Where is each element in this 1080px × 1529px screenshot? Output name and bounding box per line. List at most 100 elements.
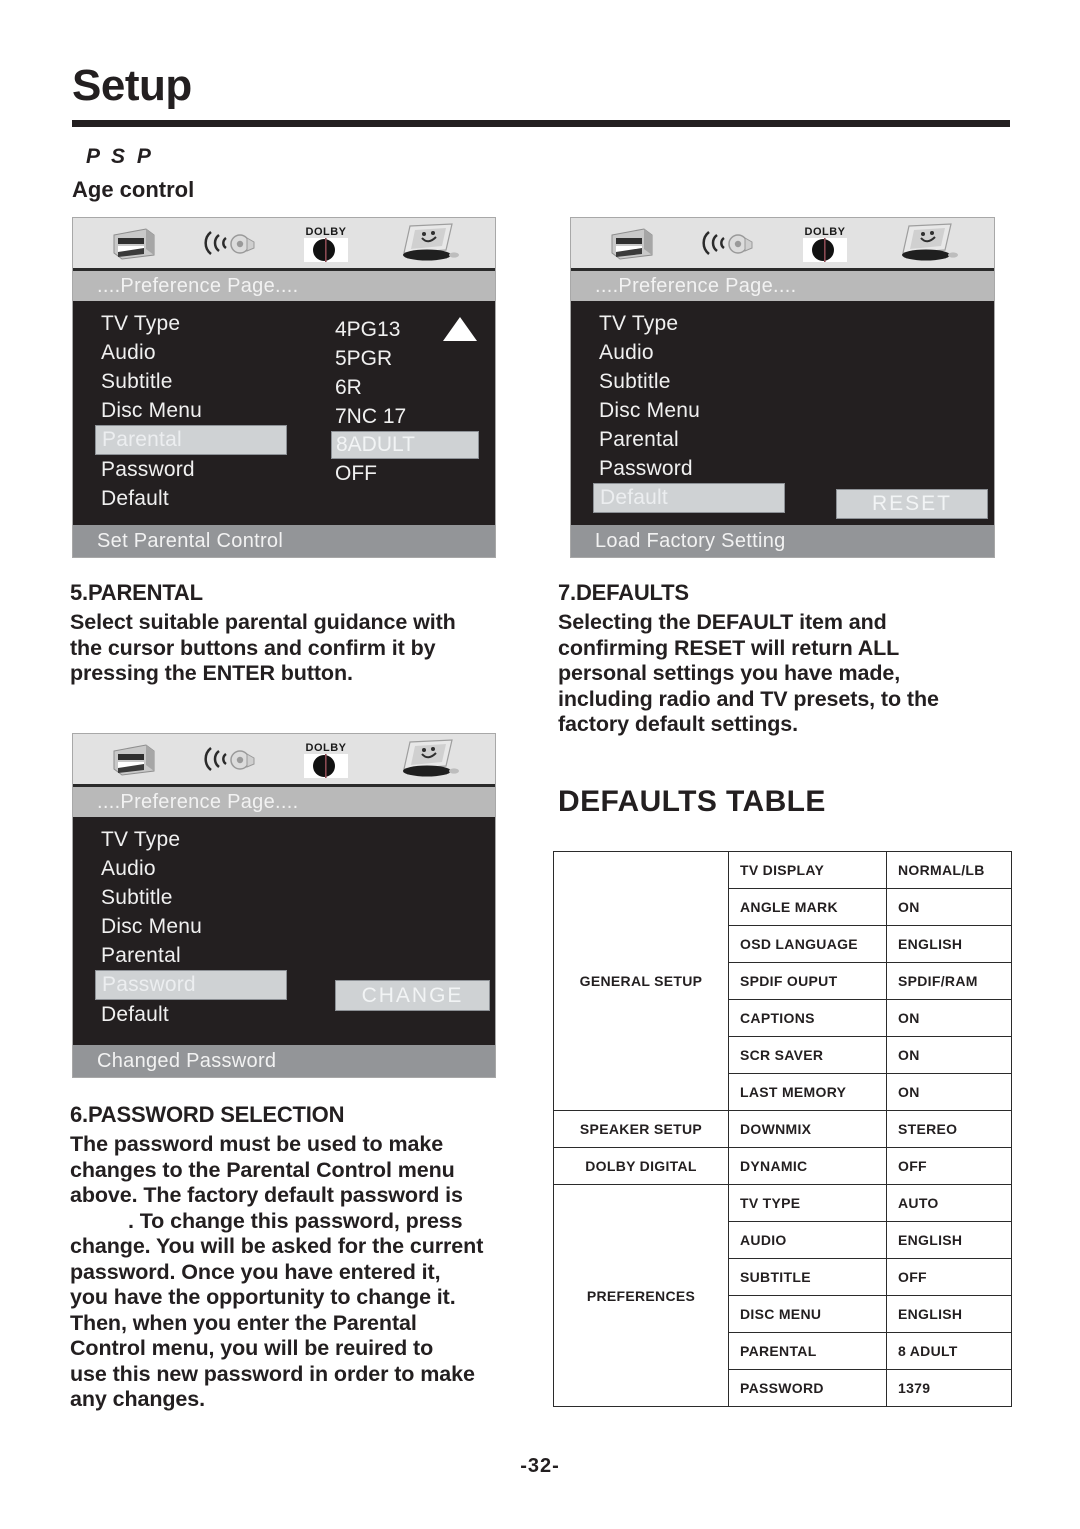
change-button[interactable]: CHANGE xyxy=(335,980,490,1011)
osd-value-7nc17[interactable]: 7NC 17 xyxy=(331,402,491,431)
osd-menu-item-default[interactable]: Default xyxy=(95,484,305,513)
dolby-digital-icon: DOLBY xyxy=(798,222,852,264)
osd-footer-hint: Changed Password xyxy=(73,1045,495,1077)
table-row: GENERAL SETUP TV DISPLAY NORMAL/LB xyxy=(553,851,1012,1111)
osd-menu-item-audio[interactable]: Audio xyxy=(95,854,305,883)
password-line-5: change. You will be asked for the curren… xyxy=(70,1234,484,1258)
osd-menu-item-subtitle[interactable]: Subtitle xyxy=(95,883,305,912)
parental-line-3: pressing the ENTER button. xyxy=(70,661,353,685)
table-value: OFF xyxy=(886,1258,1012,1296)
osd-value-5pgr[interactable]: 5PGR xyxy=(331,344,491,373)
svg-text:DOLBY: DOLBY xyxy=(306,226,347,238)
section-body-parental: Select suitable parental guidance with t… xyxy=(70,610,540,687)
up-triangle-icon[interactable] xyxy=(443,317,477,341)
osd-menu-item-tv-type[interactable]: TV Type xyxy=(95,309,305,338)
defaults-table: GENERAL SETUP TV DISPLAY NORMAL/LB ANGLE… xyxy=(553,851,1012,1407)
osd-page-title: ....Preference Page.... xyxy=(571,271,994,301)
table-setting: PASSWORD xyxy=(728,1369,887,1407)
table-row: PREFERENCES TV TYPE AUTO xyxy=(553,1184,1012,1407)
password-line-3: above. The factory default password is xyxy=(70,1183,463,1207)
osd-value-8adult-selected[interactable]: 8ADULT xyxy=(331,431,479,459)
table-setting: DYNAMIC xyxy=(728,1147,887,1185)
table-setting: DISC MENU xyxy=(728,1295,887,1333)
table-setting: AUDIO xyxy=(728,1221,887,1259)
table-value: SPDIF/RAM xyxy=(886,962,1012,1000)
table-value: ON xyxy=(886,999,1012,1037)
parental-line-2: the cursor buttons and confirm it by xyxy=(70,635,436,660)
osd-menu-item-subtitle[interactable]: Subtitle xyxy=(95,367,305,396)
osd-menu-item-subtitle[interactable]: Subtitle xyxy=(593,367,803,396)
osd-menu-item-disc-menu[interactable]: Disc Menu xyxy=(95,396,305,425)
osd-icon-bar: DOLBY xyxy=(571,218,994,271)
password-line-4-text: . To change this password, press xyxy=(128,1208,463,1233)
table-value: 8 ADULT xyxy=(886,1332,1012,1370)
osd-menu-item-disc-menu[interactable]: Disc Menu xyxy=(593,396,803,425)
osd-menu-item-password[interactable]: Password xyxy=(593,454,803,483)
tv-preference-icon xyxy=(895,223,959,263)
reset-button[interactable]: RESET xyxy=(836,489,988,519)
svg-text:DOLBY: DOLBY xyxy=(804,226,845,238)
defaults-line-3: personal settings you have made, xyxy=(558,661,901,685)
table-value: ENGLISH xyxy=(886,1295,1012,1333)
password-line-9: Control menu, you will be reuired to xyxy=(70,1336,434,1360)
section-body-defaults: Selecting the DEFAULT item and confirmin… xyxy=(558,610,1018,738)
osd-menu-item-parental[interactable]: Parental xyxy=(593,425,803,454)
defaults-table-title: DEFAULTS TABLE xyxy=(558,785,826,818)
sound-wave-speaker-icon xyxy=(699,226,755,260)
table-setting: ANGLE MARK xyxy=(728,888,887,926)
table-group-general-setup: GENERAL SETUP xyxy=(553,851,729,1111)
page-number: -32- xyxy=(520,1455,560,1477)
osd-menu-item-audio[interactable]: Audio xyxy=(593,338,803,367)
svg-text:DOLBY: DOLBY xyxy=(306,742,347,754)
tv-preference-icon xyxy=(396,223,460,263)
osd-panel-parental: DOLBY ....Preference Page.... TV Type Au xyxy=(72,217,496,558)
tv-preference-icon xyxy=(396,739,460,779)
osd-menu-item-disc-menu[interactable]: Disc Menu xyxy=(95,912,305,941)
osd-menu-item-tv-type[interactable]: TV Type xyxy=(95,825,305,854)
osd-menu-item-tv-type[interactable]: TV Type xyxy=(593,309,803,338)
age-control-subtitle: Age control xyxy=(72,177,195,202)
osd-menu-item-audio[interactable]: Audio xyxy=(95,338,305,367)
osd-menu-list: TV Type Audio Subtitle Disc Menu Parenta… xyxy=(95,309,305,513)
osd-footer-hint: Set Parental Control xyxy=(73,525,495,557)
parental-line-1: Select suitable parental guidance with xyxy=(70,610,456,634)
osd-menu-item-password-selected[interactable]: Password xyxy=(95,970,287,1000)
dolby-digital-icon: DOLBY xyxy=(299,738,353,780)
table-setting: SUBTITLE xyxy=(728,1258,887,1296)
osd-icon-bar: DOLBY xyxy=(73,734,495,787)
table-setting: OSD LANGUAGE xyxy=(728,925,887,963)
sound-wave-speaker-icon xyxy=(201,226,257,260)
defaults-line-4: including radio and TV presets, to the xyxy=(558,686,939,711)
password-line-10: use this new password in order to make xyxy=(70,1361,475,1386)
password-line-4: . To change this password, press xyxy=(70,1209,560,1235)
table-group-dolby-digital: DOLBY DIGITAL xyxy=(553,1147,729,1185)
osd-menu-item-parental[interactable]: Parental xyxy=(95,941,305,970)
disc-icon xyxy=(108,741,158,777)
table-setting: DOWNMIX xyxy=(728,1110,887,1148)
page-title: Setup xyxy=(72,61,192,110)
osd-menu-list: TV Type Audio Subtitle Disc Menu Parenta… xyxy=(95,825,305,1029)
title-divider xyxy=(72,120,1010,127)
table-row: SPEAKER SETUP DOWNMIX STEREO xyxy=(553,1110,1012,1148)
osd-footer-hint: Load Factory Setting xyxy=(571,525,994,557)
password-line-1: The password must be used to make xyxy=(70,1132,444,1156)
osd-panel-defaults: DOLBY ....Preference Page.... TV Type Au xyxy=(570,217,995,558)
section-heading-parental: 5.PARENTAL xyxy=(70,580,203,605)
disc-icon xyxy=(606,225,656,261)
table-value: NORMAL/LB xyxy=(886,851,1012,889)
table-setting: TV TYPE xyxy=(728,1184,887,1222)
osd-menu-item-parental-selected[interactable]: Parental xyxy=(95,425,287,455)
password-line-7: you have the opportunity to change it. xyxy=(70,1285,456,1309)
table-value: ON xyxy=(886,1073,1012,1111)
osd-menu-item-password[interactable]: Password xyxy=(95,455,305,484)
psp-label: P S P xyxy=(86,145,154,168)
table-setting: PARENTAL xyxy=(728,1332,887,1370)
osd-value-6r[interactable]: 6R xyxy=(331,373,491,402)
osd-menu-item-default[interactable]: Default xyxy=(95,1000,305,1029)
osd-panel-password: DOLBY ....Preference Page.... TV Type Au xyxy=(72,733,496,1078)
osd-value-off[interactable]: OFF xyxy=(331,459,491,488)
table-value: ENGLISH xyxy=(886,925,1012,963)
table-value: AUTO xyxy=(886,1184,1012,1222)
defaults-line-2: confirming RESET will return ALL xyxy=(558,635,900,660)
osd-menu-item-default-selected[interactable]: Default xyxy=(593,483,785,513)
